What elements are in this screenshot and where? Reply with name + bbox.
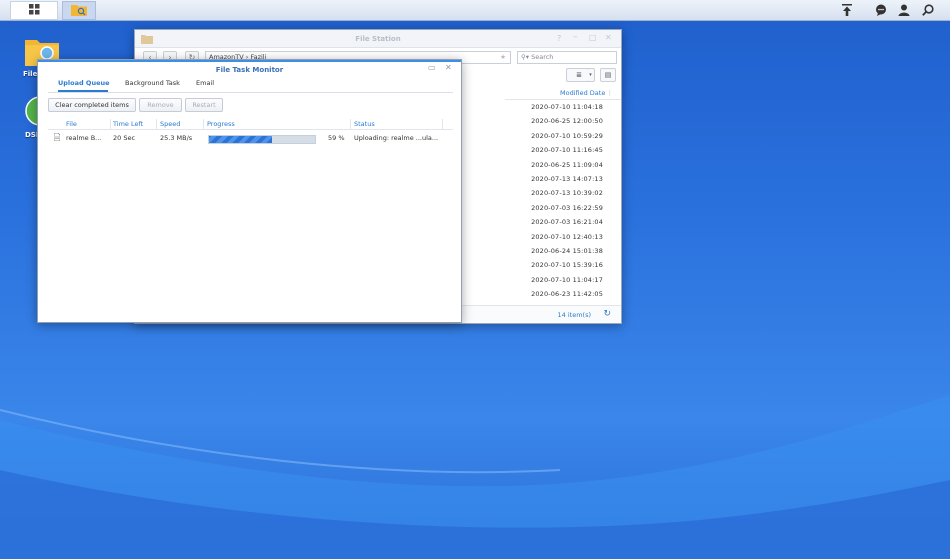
star-icon[interactable]: ★ (500, 52, 506, 63)
cell-speed: 25.3 MB/s (160, 134, 193, 142)
tab-email[interactable]: Email (196, 79, 214, 87)
table-header: File Time Left Speed Progress Status (48, 118, 453, 130)
list-icon: ≣ (576, 71, 582, 79)
modified-date-column: Modified Date ⋮ 2020-07-10 11:04:18 2020-… (505, 87, 621, 301)
date-cell: 2020-07-13 14:07:13 (531, 174, 603, 183)
column-header-progress[interactable]: Progress (207, 120, 235, 128)
date-cell: 2020-07-10 11:16:45 (531, 146, 603, 155)
search-icon[interactable] (920, 2, 936, 18)
column-menu-icon[interactable]: ⋮ (607, 87, 614, 100)
user-icon[interactable] (896, 2, 912, 18)
date-cell: 2020-06-23 11:42:05 (531, 290, 603, 299)
column-header-label: Modified Date (560, 89, 606, 97)
taskbar-file-station-button[interactable] (62, 1, 96, 20)
date-cell: 2020-07-10 11:04:17 (531, 275, 603, 284)
item-count: 14 item(s) (557, 311, 591, 319)
window-title: File Station (135, 30, 621, 48)
panel-icon: ▤ (604, 71, 612, 79)
folder-icon (141, 34, 153, 46)
grid-icon (28, 4, 40, 17)
table-row[interactable]: realme B... 20 Sec 25.3 MB/s 59 % Upload… (48, 130, 453, 146)
date-cell: 2020-06-25 12:00:50 (531, 117, 603, 126)
active-tab-indicator (58, 90, 108, 92)
folder-search-icon (71, 3, 87, 18)
tab-bar: Upload Queue Background Task Email (48, 77, 453, 93)
date-cell: 2020-06-24 15:01:38 (531, 246, 603, 255)
taskbar (0, 0, 950, 21)
date-cell: 2020-07-10 11:04:18 (531, 103, 603, 111)
tab-upload-queue[interactable]: Upload Queue (58, 79, 110, 92)
help-icon[interactable]: ? (557, 34, 561, 43)
tab-label: Upload Queue (58, 79, 110, 87)
column-separator (203, 119, 204, 129)
date-cell: 2020-07-10 12:40:13 (531, 232, 603, 241)
maximize-icon[interactable]: □ (589, 33, 597, 42)
remove-button[interactable]: Remove (139, 98, 182, 112)
column-separator (350, 119, 351, 129)
cell-time-left: 20 Sec (113, 134, 136, 142)
search-input[interactable]: ⚲▾ Search (517, 51, 617, 64)
date-cell: 2020-07-03 16:21:04 (531, 218, 603, 227)
column-separator (110, 119, 111, 129)
column-header-modified-date[interactable]: Modified Date ⋮ (505, 87, 621, 100)
view-dropdown-button[interactable]: ▾ (587, 68, 595, 82)
search-placeholder: Search (531, 53, 554, 61)
clear-completed-button[interactable]: Clear completed items (48, 98, 136, 112)
date-list: 2020-07-10 11:04:18 2020-06-25 12:00:50 20… (505, 100, 621, 301)
column-header-status[interactable]: Status (354, 120, 375, 128)
window-title: File Task Monitor (38, 60, 461, 76)
file-icon (53, 132, 61, 143)
info-panel-button[interactable]: ▤ (600, 68, 616, 82)
date-cell: 2020-07-10 10:59:29 (531, 131, 603, 140)
maximize-icon[interactable]: ▭ (428, 63, 436, 72)
column-separator (156, 119, 157, 129)
close-icon[interactable]: ✕ (605, 33, 612, 42)
cell-status: Uploading: realme ...ula... (354, 134, 439, 142)
upload-icon[interactable] (839, 2, 855, 18)
minimize-icon[interactable]: – (573, 32, 578, 42)
search-icon: ⚲▾ (521, 53, 532, 61)
tab-background-task[interactable]: Background Task (125, 79, 180, 87)
close-icon[interactable]: ✕ (445, 63, 452, 72)
upload-queue-table: File Time Left Speed Progress Status rea… (48, 118, 453, 146)
column-separator (442, 119, 443, 129)
progress-bar-fill (209, 136, 272, 143)
date-cell: 2020-07-10 15:39:16 (531, 261, 603, 270)
notification-icon[interactable] (873, 2, 889, 18)
date-cell: 2020-06-25 11:09:04 (531, 160, 603, 169)
date-cell: 2020-07-13 10:39:02 (531, 189, 603, 198)
progress-bar (208, 135, 316, 144)
cell-file: realme B... (66, 134, 102, 142)
cell-progress-percent: 59 % (328, 134, 345, 142)
column-header-file[interactable]: File (66, 120, 77, 128)
column-header-time-left[interactable]: Time Left (113, 120, 143, 128)
chevron-down-icon: ▾ (589, 72, 592, 78)
desktop-icon-label: File (23, 70, 38, 78)
refresh-icon[interactable]: ↻ (603, 309, 611, 319)
column-header-speed[interactable]: Speed (160, 120, 180, 128)
file-task-monitor-window: File Task Monitor ▭ ✕ Upload Queue Backg… (37, 59, 462, 323)
date-cell: 2020-07-03 16:22:59 (531, 203, 603, 212)
main-menu-button[interactable] (10, 1, 58, 20)
restart-button[interactable]: Restart (185, 98, 223, 112)
